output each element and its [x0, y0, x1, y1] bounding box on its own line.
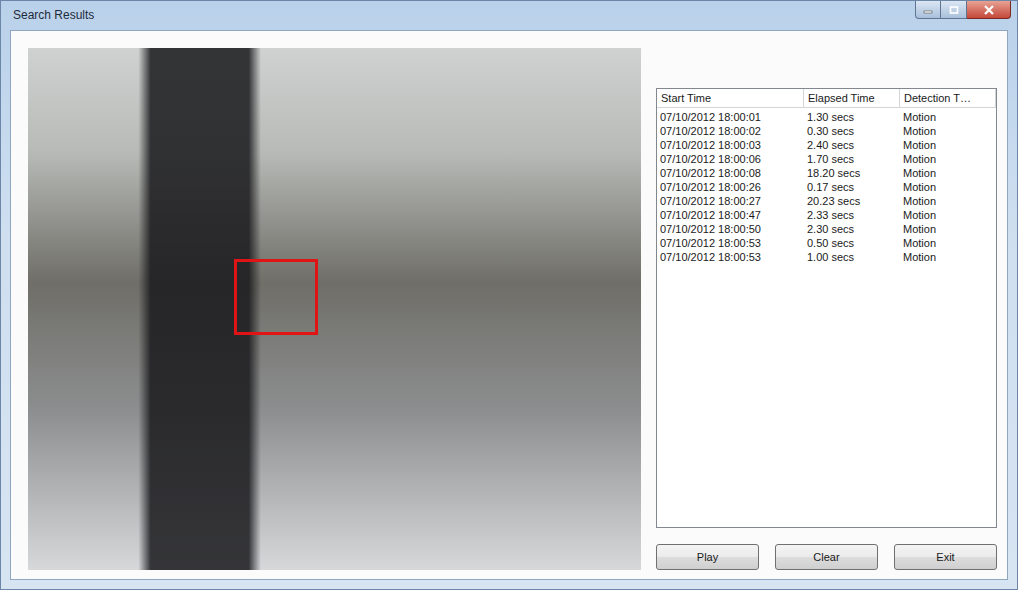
- result-row[interactable]: 07/10/2012 18:00:02 0.30 secs Motion: [657, 124, 996, 138]
- result-row[interactable]: 07/10/2012 18:00:26 0.17 secs Motion: [657, 180, 996, 194]
- action-button[interactable]: Play: [656, 544, 759, 570]
- action-button[interactable]: Exit: [894, 544, 997, 570]
- client-area: Start TimeElapsed TimeDetection T… 07/10…: [10, 30, 1008, 580]
- start-time-cell: 07/10/2012 18:00:01: [657, 110, 804, 124]
- detection-type-cell: Motion: [900, 208, 996, 222]
- results-panel: Start TimeElapsed TimeDetection T… 07/10…: [656, 48, 997, 570]
- search-results-window: Search Results Start TimeElapsed TimeDet…: [0, 0, 1018, 590]
- elapsed-time-cell: 0.30 secs: [804, 124, 900, 138]
- elapsed-time-cell: 2.33 secs: [804, 208, 900, 222]
- start-time-cell: 07/10/2012 18:00:53: [657, 250, 804, 264]
- maximize-icon: [949, 6, 959, 14]
- start-time-cell: 07/10/2012 18:00:06: [657, 152, 804, 166]
- elapsed-time-cell: 2.30 secs: [804, 222, 900, 236]
- results-list[interactable]: Start TimeElapsed TimeDetection T… 07/10…: [656, 88, 997, 528]
- minimize-button[interactable]: [915, 1, 941, 19]
- close-button[interactable]: [967, 1, 1011, 19]
- list-header: Start TimeElapsed TimeDetection T…: [657, 89, 996, 108]
- result-row[interactable]: 07/10/2012 18:00:47 2.33 secs Motion: [657, 208, 996, 222]
- result-row[interactable]: 07/10/2012 18:00:06 1.70 secs Motion: [657, 152, 996, 166]
- title-bar: Search Results: [1, 1, 1017, 30]
- elapsed-time-cell: 1.30 secs: [804, 110, 900, 124]
- result-row[interactable]: 07/10/2012 18:00:08 18.20 secs Motion: [657, 166, 996, 180]
- elapsed-time-cell: 1.00 secs: [804, 250, 900, 264]
- start-time-cell: 07/10/2012 18:00:47: [657, 208, 804, 222]
- close-icon: [983, 5, 995, 15]
- detection-type-cell: Motion: [900, 222, 996, 236]
- result-row[interactable]: 07/10/2012 18:00:53 0.50 secs Motion: [657, 236, 996, 250]
- maximize-button[interactable]: [941, 1, 967, 19]
- start-time-cell: 07/10/2012 18:00:50: [657, 222, 804, 236]
- video-frame: [28, 48, 641, 570]
- result-row[interactable]: 07/10/2012 18:00:03 2.40 secs Motion: [657, 138, 996, 152]
- elapsed-time-cell: 1.70 secs: [804, 152, 900, 166]
- elapsed-time-cell: 0.50 secs: [804, 236, 900, 250]
- column-header[interactable]: Elapsed Time: [804, 89, 900, 107]
- detection-type-cell: Motion: [900, 194, 996, 208]
- elapsed-time-cell: 20.23 secs: [804, 194, 900, 208]
- action-button[interactable]: Clear: [775, 544, 878, 570]
- start-time-cell: 07/10/2012 18:00:02: [657, 124, 804, 138]
- window-controls: [915, 1, 1011, 19]
- detection-type-cell: Motion: [900, 236, 996, 250]
- minimize-icon: [923, 6, 933, 14]
- elapsed-time-cell: 2.40 secs: [804, 138, 900, 152]
- result-row[interactable]: 07/10/2012 18:00:27 20.23 secs Motion: [657, 194, 996, 208]
- result-row[interactable]: 07/10/2012 18:00:50 2.30 secs Motion: [657, 222, 996, 236]
- detection-box: [234, 259, 318, 335]
- result-row[interactable]: 07/10/2012 18:00:01 1.30 secs Motion: [657, 110, 996, 124]
- elapsed-time-cell: 0.17 secs: [804, 180, 900, 194]
- detection-type-cell: Motion: [900, 180, 996, 194]
- column-header[interactable]: Detection T…: [900, 89, 996, 107]
- detection-type-cell: Motion: [900, 138, 996, 152]
- start-time-cell: 07/10/2012 18:00:26: [657, 180, 804, 194]
- start-time-cell: 07/10/2012 18:00:53: [657, 236, 804, 250]
- result-row[interactable]: 07/10/2012 18:00:53 1.00 secs Motion: [657, 250, 996, 264]
- detection-type-cell: Motion: [900, 110, 996, 124]
- elapsed-time-cell: 18.20 secs: [804, 166, 900, 180]
- detection-type-cell: Motion: [900, 124, 996, 138]
- start-time-cell: 07/10/2012 18:00:27: [657, 194, 804, 208]
- start-time-cell: 07/10/2012 18:00:03: [657, 138, 804, 152]
- column-header[interactable]: Start Time: [657, 89, 804, 107]
- detection-type-cell: Motion: [900, 152, 996, 166]
- detection-type-cell: Motion: [900, 250, 996, 264]
- button-bar: Play Clear Exit: [656, 544, 997, 570]
- start-time-cell: 07/10/2012 18:00:08: [657, 166, 804, 180]
- detection-type-cell: Motion: [900, 166, 996, 180]
- window-title: Search Results: [13, 8, 94, 22]
